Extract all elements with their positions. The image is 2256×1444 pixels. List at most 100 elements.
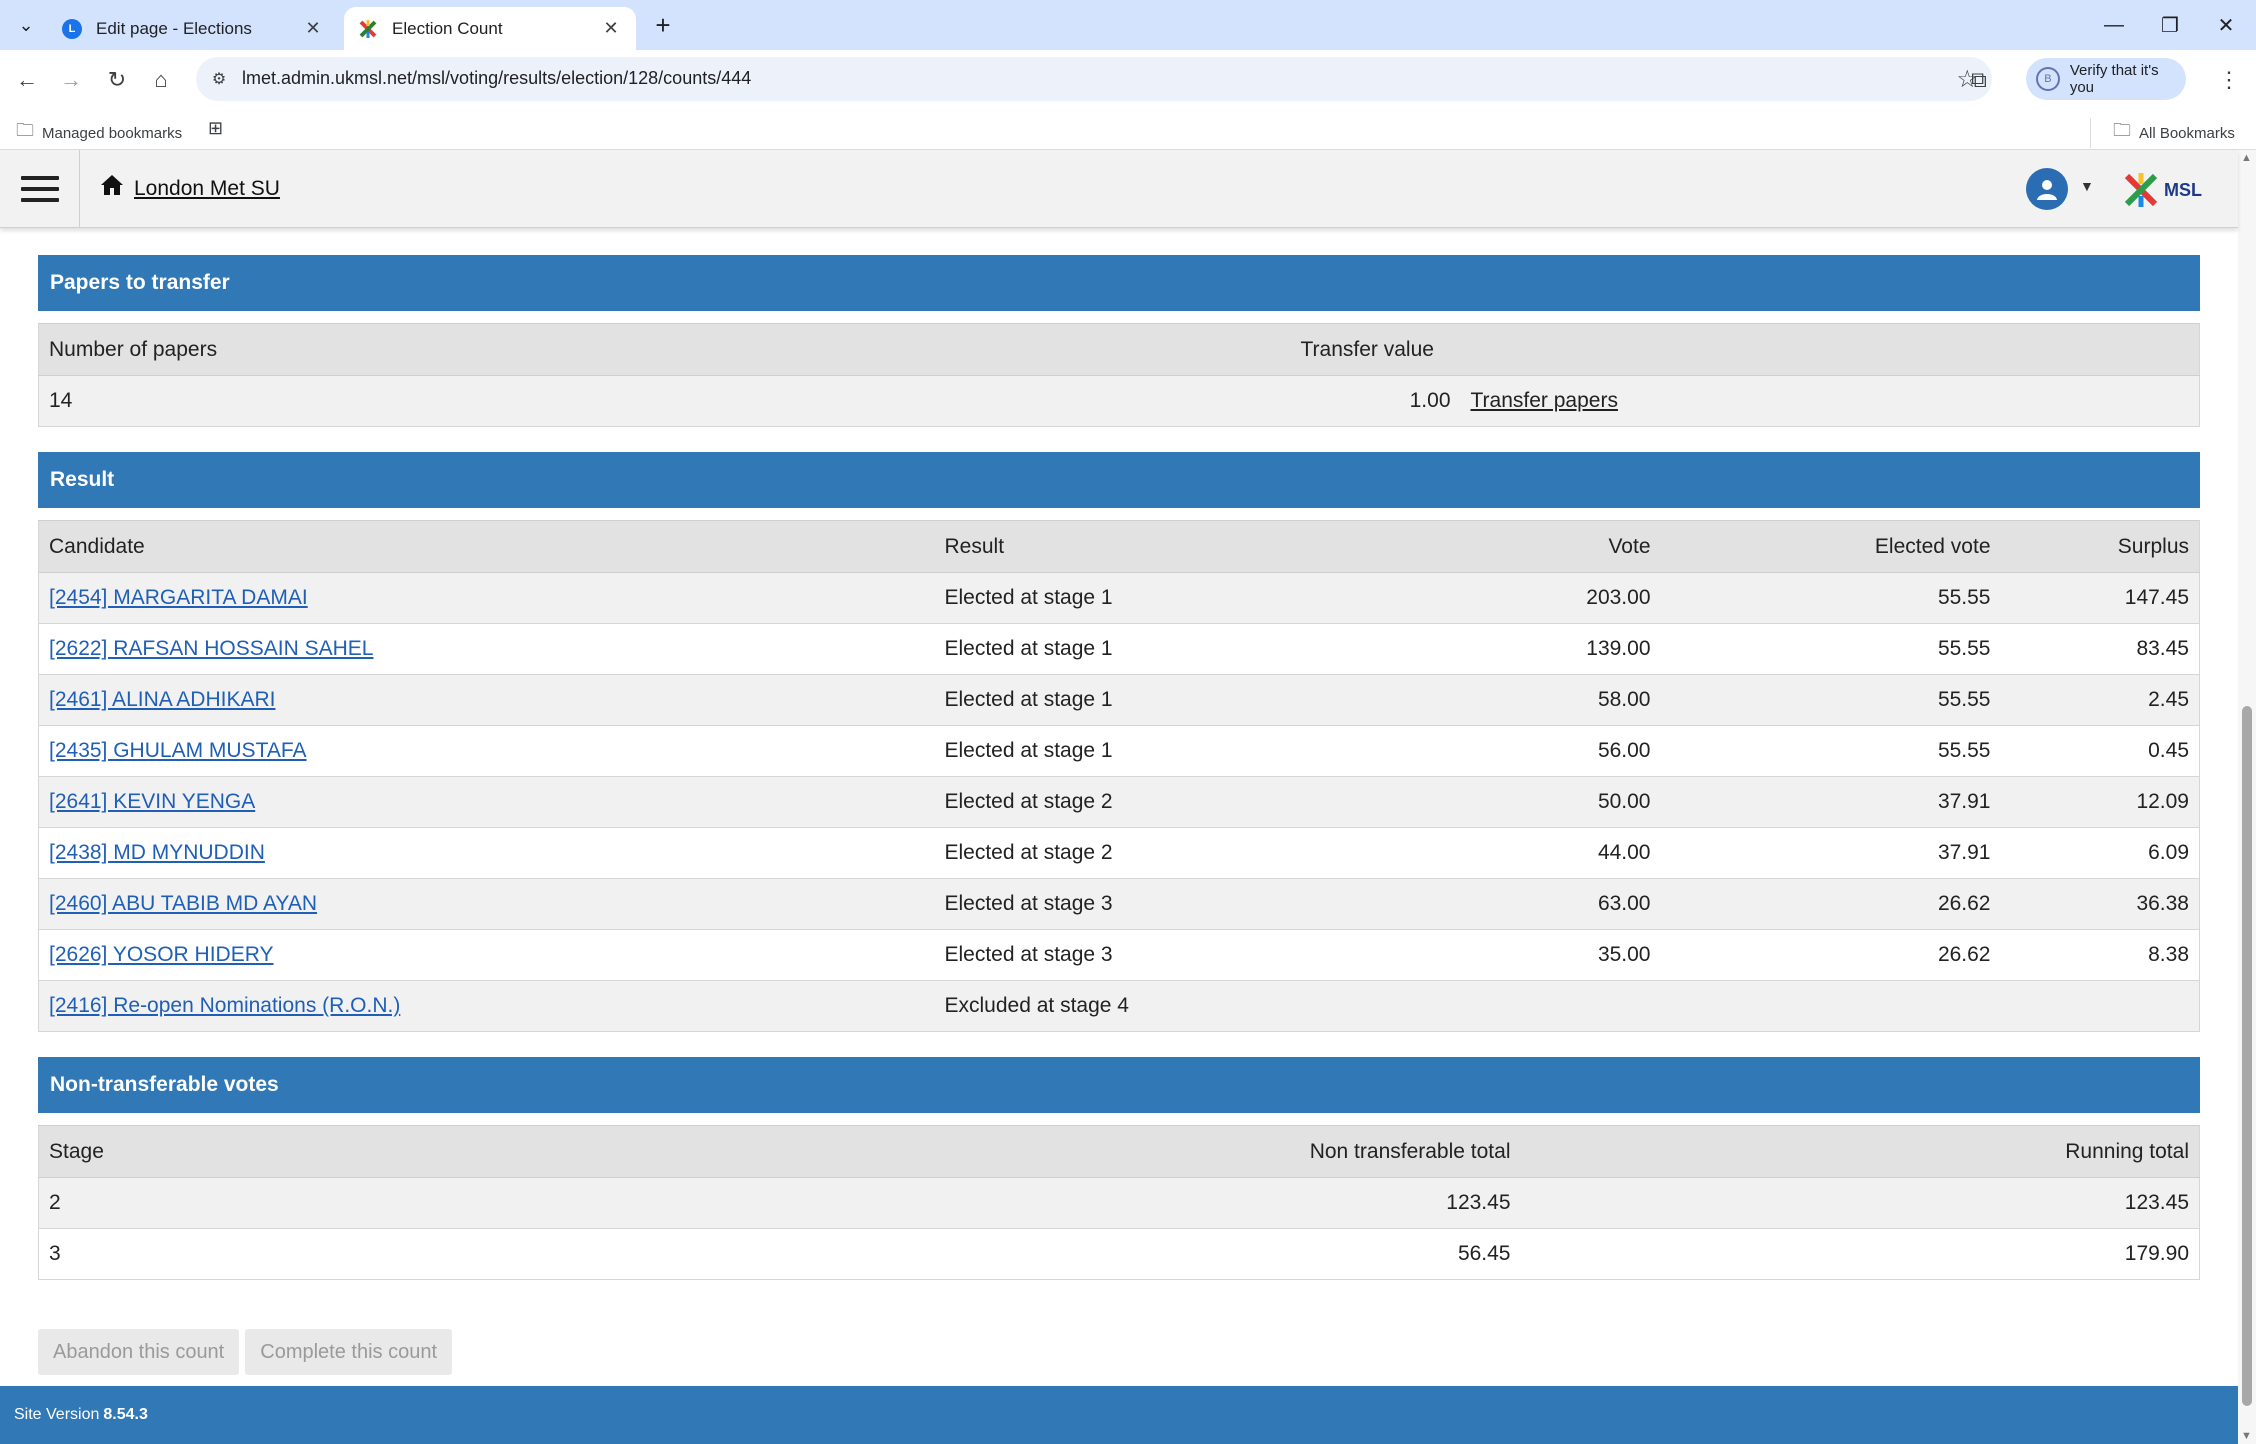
complete-count-button[interactable]: Complete this count bbox=[245, 1329, 453, 1375]
user-menu-caret-icon[interactable]: ▼ bbox=[2080, 178, 2094, 194]
minimize-icon[interactable]: — bbox=[2086, 0, 2142, 50]
page-scrollbar[interactable]: ▲ ▼ bbox=[2238, 150, 2256, 1444]
surplus-cell: 2.45 bbox=[2000, 674, 2200, 726]
table-row: [2626] YOSOR HIDERY Elected at stage 3 3… bbox=[38, 929, 2200, 981]
transfer-papers-link[interactable]: Transfer papers bbox=[1471, 389, 1618, 412]
site-version-label: Site Version bbox=[14, 1406, 100, 1423]
candidate-link[interactable]: [2416] Re-open Nominations (R.O.N.) bbox=[49, 994, 400, 1017]
profile-badge-icon: B bbox=[2036, 67, 2060, 91]
surplus-cell bbox=[2000, 980, 2200, 1032]
table-row: 14 1.00 Transfer papers bbox=[38, 375, 2200, 427]
candidate-link[interactable]: [2438] MD MYNUDDIN bbox=[49, 841, 265, 864]
forward-icon[interactable]: → bbox=[54, 63, 88, 97]
total-cell: 56.45 bbox=[748, 1228, 1521, 1280]
site-version-number: 8.54.3 bbox=[103, 1406, 148, 1423]
result-table: Candidate Result Vote Elected vote Surpl… bbox=[38, 520, 2200, 1032]
table-row: 2 123.45 123.45 bbox=[38, 1177, 2200, 1229]
close-window-icon[interactable]: ✕ bbox=[2198, 0, 2254, 50]
candidate-cell: [2416] Re-open Nominations (R.O.N.) bbox=[38, 980, 935, 1032]
col-action bbox=[1460, 323, 2200, 376]
surplus-cell: 0.45 bbox=[2000, 725, 2200, 777]
managed-bookmarks[interactable]: 🗀 Managed bookmarks bbox=[16, 118, 182, 148]
elected-vote-cell: 55.55 bbox=[1660, 674, 2001, 726]
elected-vote-cell: 55.55 bbox=[1660, 725, 2001, 777]
tab-election-count[interactable]: Election Count ✕ bbox=[344, 7, 636, 50]
candidate-cell: [2435] GHULAM MUSTAFA bbox=[38, 725, 935, 777]
tab-edit-page[interactable]: L Edit page - Elections ✕ bbox=[48, 7, 338, 50]
vote-cell: 50.00 bbox=[1334, 776, 1661, 828]
candidate-link[interactable]: [2461] ALINA ADHIKARI bbox=[49, 688, 275, 711]
all-bookmarks[interactable]: 🗀 All Bookmarks bbox=[2090, 118, 2235, 148]
table-row: [2454] MARGARITA DAMAI Elected at stage … bbox=[38, 572, 2200, 624]
tab-close-icon[interactable]: ✕ bbox=[302, 18, 324, 40]
candidate-link[interactable]: [2641] KEVIN YENGA bbox=[49, 790, 255, 813]
verify-identity-button[interactable]: B Verify that it's you bbox=[2026, 58, 2186, 100]
candidate-cell: [2622] RAFSAN HOSSAIN SAHEL bbox=[38, 623, 935, 675]
scrollbar-thumb[interactable] bbox=[2242, 706, 2252, 1406]
transfer-value: 1.00 bbox=[1290, 375, 1461, 427]
scroll-up-icon[interactable]: ▲ bbox=[2241, 152, 2252, 164]
elected-vote-cell: 55.55 bbox=[1660, 623, 2001, 675]
vote-cell: 44.00 bbox=[1334, 827, 1661, 879]
candidate-cell: [2438] MD MYNUDDIN bbox=[38, 827, 935, 879]
abandon-count-button[interactable]: Abandon this count bbox=[38, 1329, 240, 1375]
browser-tab-bar: ⌄ L Edit page - Elections ✕ Election Cou… bbox=[0, 0, 2256, 50]
candidate-link[interactable]: [2622] RAFSAN HOSSAIN SAHEL bbox=[49, 637, 373, 660]
surplus-cell: 8.38 bbox=[2000, 929, 2200, 981]
col-elected-vote: Elected vote bbox=[1660, 520, 2001, 573]
non-transferable-heading: Non-transferable votes bbox=[38, 1057, 2200, 1113]
browser-menu-icon[interactable]: ⋮ bbox=[2214, 63, 2244, 97]
site-title[interactable]: London Met SU bbox=[134, 177, 280, 201]
vote-cell: 203.00 bbox=[1334, 572, 1661, 624]
col-non-transferable-total: Non transferable total bbox=[748, 1125, 1521, 1178]
apps-grid-icon[interactable]: ⊞ bbox=[208, 118, 231, 139]
new-tab-icon[interactable]: + bbox=[648, 10, 678, 40]
tab-search-icon[interactable]: ⌄ bbox=[10, 9, 42, 41]
tab-favicon-l-icon: L bbox=[62, 18, 82, 39]
col-running-total: Running total bbox=[1520, 1125, 2200, 1178]
col-candidate: Candidate bbox=[38, 520, 935, 573]
running-cell: 179.90 bbox=[1520, 1228, 2200, 1280]
candidate-link[interactable]: [2460] ABU TABIB MD AYAN bbox=[49, 892, 317, 915]
result-heading: Result bbox=[38, 452, 2200, 508]
back-icon[interactable]: ← bbox=[10, 63, 44, 97]
restore-icon[interactable]: ❐ bbox=[2142, 0, 2198, 50]
elected-vote-cell: 26.62 bbox=[1660, 878, 2001, 930]
tab-close-icon[interactable]: ✕ bbox=[600, 18, 622, 40]
candidate-link[interactable]: [2435] GHULAM MUSTAFA bbox=[49, 739, 307, 762]
omnibox[interactable]: ⚙ lmet.admin.ukmsl.net/msl/voting/result… bbox=[196, 57, 1992, 101]
tab-title: Edit page - Elections bbox=[96, 18, 252, 38]
vote-cell: 63.00 bbox=[1334, 878, 1661, 930]
col-result: Result bbox=[934, 520, 1335, 573]
result-cell: Elected at stage 2 bbox=[934, 827, 1335, 879]
extensions-icon[interactable]: ⧉ bbox=[1962, 63, 1996, 97]
reload-icon[interactable]: ↻ bbox=[100, 63, 134, 97]
transfer-action-cell: Transfer papers bbox=[1460, 375, 2200, 427]
table-row: [2460] ABU TABIB MD AYAN Elected at stag… bbox=[38, 878, 2200, 930]
candidate-cell: [2626] YOSOR HIDERY bbox=[38, 929, 935, 981]
tab-favicon-msl-icon bbox=[358, 19, 378, 39]
hamburger-menu-icon[interactable] bbox=[0, 150, 80, 228]
result-cell: Excluded at stage 4 bbox=[934, 980, 1335, 1032]
home-link[interactable]: London Met SU bbox=[100, 174, 280, 203]
candidate-link[interactable]: [2626] YOSOR HIDERY bbox=[49, 943, 274, 966]
user-avatar-icon[interactable] bbox=[2026, 168, 2068, 210]
candidate-link[interactable]: [2454] MARGARITA DAMAI bbox=[49, 586, 308, 609]
vote-cell: 35.00 bbox=[1334, 929, 1661, 981]
scroll-down-icon[interactable]: ▼ bbox=[2241, 1430, 2252, 1442]
table-row: 3 56.45 179.90 bbox=[38, 1228, 2200, 1280]
count-actions: Abandon this count Complete this count bbox=[38, 1329, 453, 1375]
elected-vote-cell bbox=[1660, 980, 2001, 1032]
result-cell: Elected at stage 3 bbox=[934, 929, 1335, 981]
surplus-cell: 12.09 bbox=[2000, 776, 2200, 828]
running-cell: 123.45 bbox=[1520, 1177, 2200, 1229]
col-stage: Stage bbox=[38, 1125, 749, 1178]
home-icon[interactable]: ⌂ bbox=[144, 63, 178, 97]
folder-icon: 🗀 bbox=[2113, 120, 2131, 140]
main-content: Papers to transfer Number of papers Tran… bbox=[38, 228, 2200, 1280]
url-text[interactable]: lmet.admin.ukmsl.net/msl/voting/results/… bbox=[242, 68, 751, 89]
table-row: [2641] KEVIN YENGA Elected at stage 2 50… bbox=[38, 776, 2200, 828]
site-info-icon[interactable]: ⚙ bbox=[206, 66, 232, 92]
surplus-cell: 36.38 bbox=[2000, 878, 2200, 930]
candidate-cell: [2454] MARGARITA DAMAI bbox=[38, 572, 935, 624]
